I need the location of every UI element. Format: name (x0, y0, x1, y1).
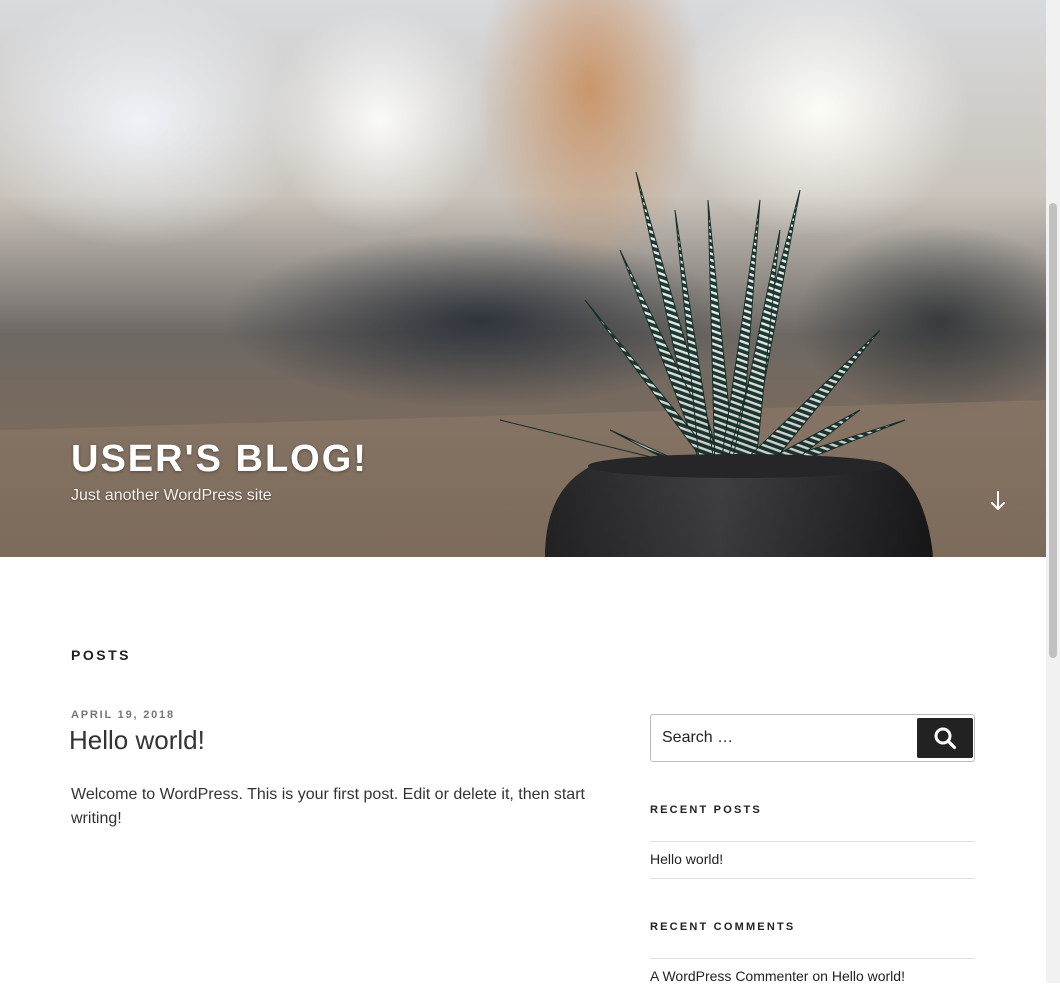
site-title[interactable]: USER'S BLOG! (71, 438, 368, 481)
recent-comments-title: RECENT COMMENTS (650, 921, 796, 933)
recent-posts-title: RECENT POSTS (650, 804, 762, 816)
comment-author-link[interactable]: A WordPress Commenter (650, 968, 808, 984)
scroll-down-button[interactable] (986, 488, 1010, 514)
divider (650, 878, 975, 879)
header-hero-image: USER'S BLOG! Just another WordPress site (0, 0, 1046, 557)
divider (650, 841, 975, 842)
search-submit-button[interactable] (917, 718, 973, 758)
post-date-link[interactable]: APRIL 19, 2018 (71, 709, 175, 721)
search-form (650, 714, 975, 762)
scrollbar-thumb[interactable] (1049, 203, 1057, 658)
recent-post-link[interactable]: Hello world! (650, 851, 723, 867)
comment-connector-text: on (812, 968, 828, 984)
site-description: Just another WordPress site (71, 487, 272, 504)
search-input[interactable] (651, 715, 901, 761)
post-excerpt: Welcome to WordPress. This is your first… (71, 786, 585, 827)
divider (650, 958, 975, 959)
post-title-link[interactable]: Hello world! (69, 725, 205, 756)
posts-section-title: POSTS (71, 647, 131, 663)
page-scrollbar[interactable] (1046, 0, 1060, 983)
arrow-down-icon (991, 491, 1005, 510)
search-icon (934, 727, 957, 750)
recent-comment-item: A WordPress Commenter on Hello world! (650, 968, 905, 984)
comment-post-link[interactable]: Hello world! (832, 968, 905, 984)
